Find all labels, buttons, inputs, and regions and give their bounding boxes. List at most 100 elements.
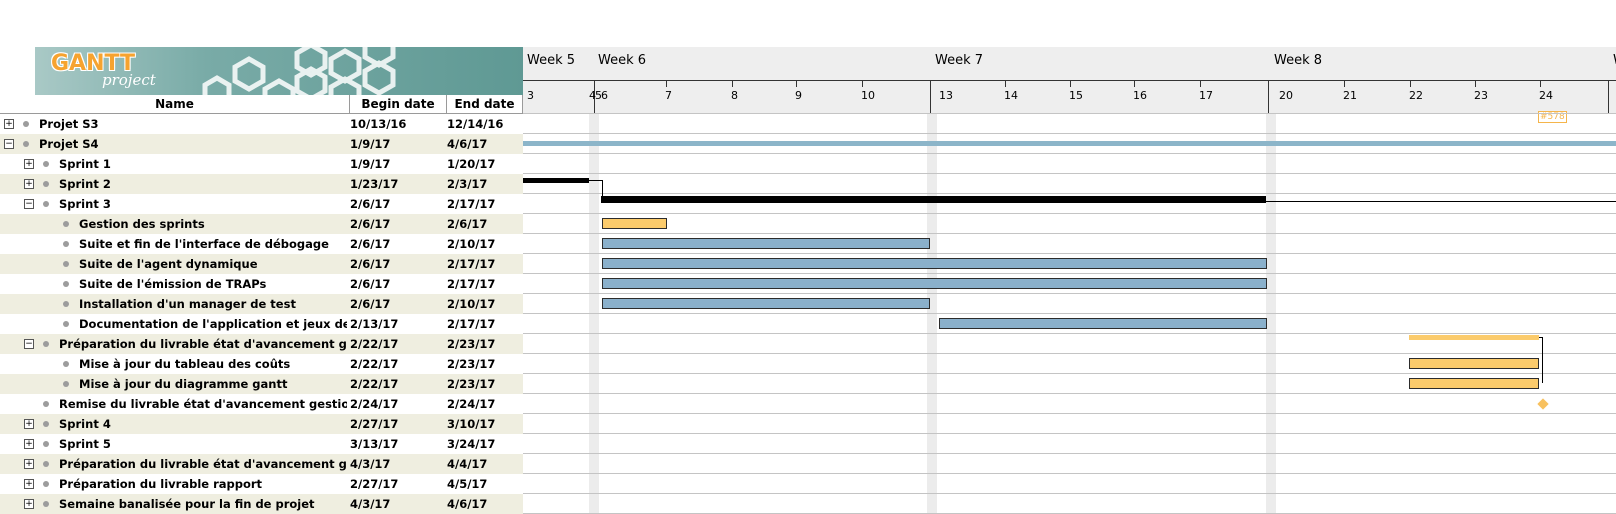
task-row[interactable]: Suite et fin de l'interface de débogage 2… bbox=[0, 234, 523, 254]
task-bullet-icon bbox=[63, 321, 69, 327]
task-begin-date: 1/9/17 bbox=[350, 137, 391, 151]
expand-icon[interactable]: + bbox=[24, 439, 34, 449]
day-tick bbox=[862, 81, 863, 87]
week-label: Week 7 bbox=[935, 53, 984, 68]
collapse-icon[interactable]: − bbox=[24, 339, 34, 349]
expand-icon[interactable]: + bbox=[24, 459, 34, 469]
day-label: 13 bbox=[939, 89, 953, 102]
day-label: 15 bbox=[1069, 89, 1083, 102]
sprint-3-successor-line[interactable] bbox=[1266, 201, 1616, 202]
row-gridline bbox=[523, 213, 1616, 214]
gantt-chart-panel[interactable]: Week 5Week 6Week 7Week 8W345678910131415… bbox=[523, 0, 1616, 514]
task-name: Suite de l'émission de TRAPs bbox=[79, 277, 267, 291]
task-row[interactable]: − Sprint 3 2/6/17 2/17/17 bbox=[0, 194, 523, 214]
task-bullet-icon bbox=[63, 221, 69, 227]
day-tick bbox=[1540, 81, 1541, 87]
task-row[interactable]: Documentation de l'application et jeux d… bbox=[0, 314, 523, 334]
task-row[interactable]: − Préparation du livrable état d'avanceme… bbox=[0, 334, 523, 354]
day-tick bbox=[666, 81, 667, 87]
task-row[interactable]: + Préparation du livrable rapport 2/27/17 4… bbox=[0, 474, 523, 494]
task-bullet-icon bbox=[43, 201, 49, 207]
day-label: 6 bbox=[601, 89, 608, 102]
row-gridline bbox=[523, 313, 1616, 314]
column-header-end-date[interactable]: End date bbox=[447, 95, 523, 114]
preparation-livrable-summary-bar[interactable] bbox=[1409, 335, 1539, 340]
sprint-3-summary-bar[interactable] bbox=[601, 196, 1266, 203]
task-row[interactable]: Mise à jour du tableau des coûts 2/22/17 2… bbox=[0, 354, 523, 374]
weekend-band bbox=[589, 114, 599, 514]
expand-icon[interactable]: + bbox=[24, 179, 34, 189]
task-bar-tableau-des-couts[interactable] bbox=[1409, 358, 1539, 369]
task-begin-date: 2/6/17 bbox=[350, 217, 391, 231]
task-bar-gestion-des-sprints[interactable] bbox=[602, 218, 667, 229]
task-name: Projet S3 bbox=[39, 117, 99, 131]
task-row[interactable]: Suite de l'agent dynamique 2/6/17 2/17/17 bbox=[0, 254, 523, 274]
task-row[interactable]: + Préparation du livrable état d'avanceme… bbox=[0, 454, 523, 474]
row-gridline bbox=[523, 433, 1616, 434]
task-bar-manager-de-test[interactable] bbox=[602, 298, 930, 309]
collapse-icon[interactable]: − bbox=[4, 139, 14, 149]
task-row[interactable]: Suite de l'émission de TRAPs 2/6/17 2/17/1… bbox=[0, 274, 523, 294]
task-bullet-icon bbox=[43, 481, 49, 487]
milestone-remise-livrable[interactable] bbox=[1537, 398, 1549, 410]
task-begin-date: 10/13/16 bbox=[350, 117, 407, 131]
task-bar-documentation[interactable] bbox=[939, 318, 1267, 329]
row-gridline bbox=[523, 273, 1616, 274]
task-bar-emission-traps[interactable] bbox=[602, 278, 1267, 289]
task-bullet-icon bbox=[63, 301, 69, 307]
task-row[interactable]: Mise à jour du diagramme gantt 2/22/17 2/2… bbox=[0, 374, 523, 394]
task-row[interactable]: − Projet S4 1/9/17 4/6/17 bbox=[0, 134, 523, 154]
task-bullet-icon bbox=[43, 161, 49, 167]
column-header-name[interactable]: Name bbox=[0, 95, 350, 114]
expand-icon[interactable]: + bbox=[4, 119, 14, 129]
day-label: 3 bbox=[527, 89, 534, 102]
sprint-2-summary-bar[interactable] bbox=[523, 178, 589, 183]
task-begin-date: 2/27/17 bbox=[350, 417, 399, 431]
task-name: Semaine banalisée pour la fin de projet bbox=[59, 497, 315, 511]
task-name: Sprint 3 bbox=[59, 197, 111, 211]
weekend-band bbox=[1266, 114, 1276, 514]
row-gridline bbox=[523, 173, 1616, 174]
day-label: 24 bbox=[1539, 89, 1553, 102]
task-row[interactable]: + Projet S3 10/13/16 12/14/16 bbox=[0, 114, 523, 134]
expand-icon[interactable]: + bbox=[24, 419, 34, 429]
task-begin-date: 2/22/17 bbox=[350, 357, 399, 371]
task-name: Remise du livrable état d'avancement ges… bbox=[59, 397, 347, 411]
dependency-connector[interactable] bbox=[1542, 337, 1543, 383]
task-row[interactable]: Remise du livrable état d'avancement ges… bbox=[0, 394, 523, 414]
day-tick bbox=[1475, 81, 1476, 87]
project-s4-bar[interactable] bbox=[523, 141, 1616, 146]
task-begin-date: 2/6/17 bbox=[350, 297, 391, 311]
week-tick bbox=[930, 80, 931, 114]
task-name: Mise à jour du tableau des coûts bbox=[79, 357, 291, 371]
column-header-begin-date[interactable]: Begin date bbox=[350, 95, 447, 114]
day-tick bbox=[1344, 81, 1345, 87]
task-bar-interface-debogage[interactable] bbox=[602, 238, 930, 249]
task-bar-diagramme-gantt[interactable] bbox=[1409, 378, 1539, 389]
task-name: Installation d'un manager de test bbox=[79, 297, 296, 311]
dependency-connector[interactable] bbox=[589, 180, 603, 181]
task-name: Préparation du livrable rapport bbox=[59, 477, 263, 491]
row-gridline bbox=[523, 293, 1616, 294]
row-gridline bbox=[523, 153, 1616, 154]
weekend-band bbox=[927, 114, 937, 514]
task-name: Projet S4 bbox=[39, 137, 99, 151]
task-row[interactable]: Gestion des sprints 2/6/17 2/6/17 bbox=[0, 214, 523, 234]
task-row[interactable]: + Sprint 1 1/9/17 1/20/17 bbox=[0, 154, 523, 174]
task-row[interactable]: Installation d'un manager de test 2/6/17 2… bbox=[0, 294, 523, 314]
collapse-icon[interactable]: − bbox=[24, 199, 34, 209]
task-row[interactable]: + Semaine banalisée pour la fin de projet… bbox=[0, 494, 523, 514]
task-begin-date: 2/6/17 bbox=[350, 257, 391, 271]
expand-icon[interactable]: + bbox=[24, 479, 34, 489]
task-row[interactable]: + Sprint 4 2/27/17 3/10/17 bbox=[0, 414, 523, 434]
task-end-date: 2/23/17 bbox=[447, 337, 496, 351]
task-row[interactable]: + Sprint 2 1/23/17 2/3/17 bbox=[0, 174, 523, 194]
task-bar-agent-dynamique[interactable] bbox=[602, 258, 1267, 269]
expand-icon[interactable]: + bbox=[24, 159, 34, 169]
expand-icon[interactable]: + bbox=[24, 499, 34, 509]
dependency-connector[interactable] bbox=[602, 180, 603, 196]
task-bullet-icon bbox=[43, 181, 49, 187]
day-tick bbox=[796, 81, 797, 87]
task-name: Préparation du livrable état d'avancemen… bbox=[59, 337, 347, 351]
task-row[interactable]: + Sprint 5 3/13/17 3/24/17 bbox=[0, 434, 523, 454]
